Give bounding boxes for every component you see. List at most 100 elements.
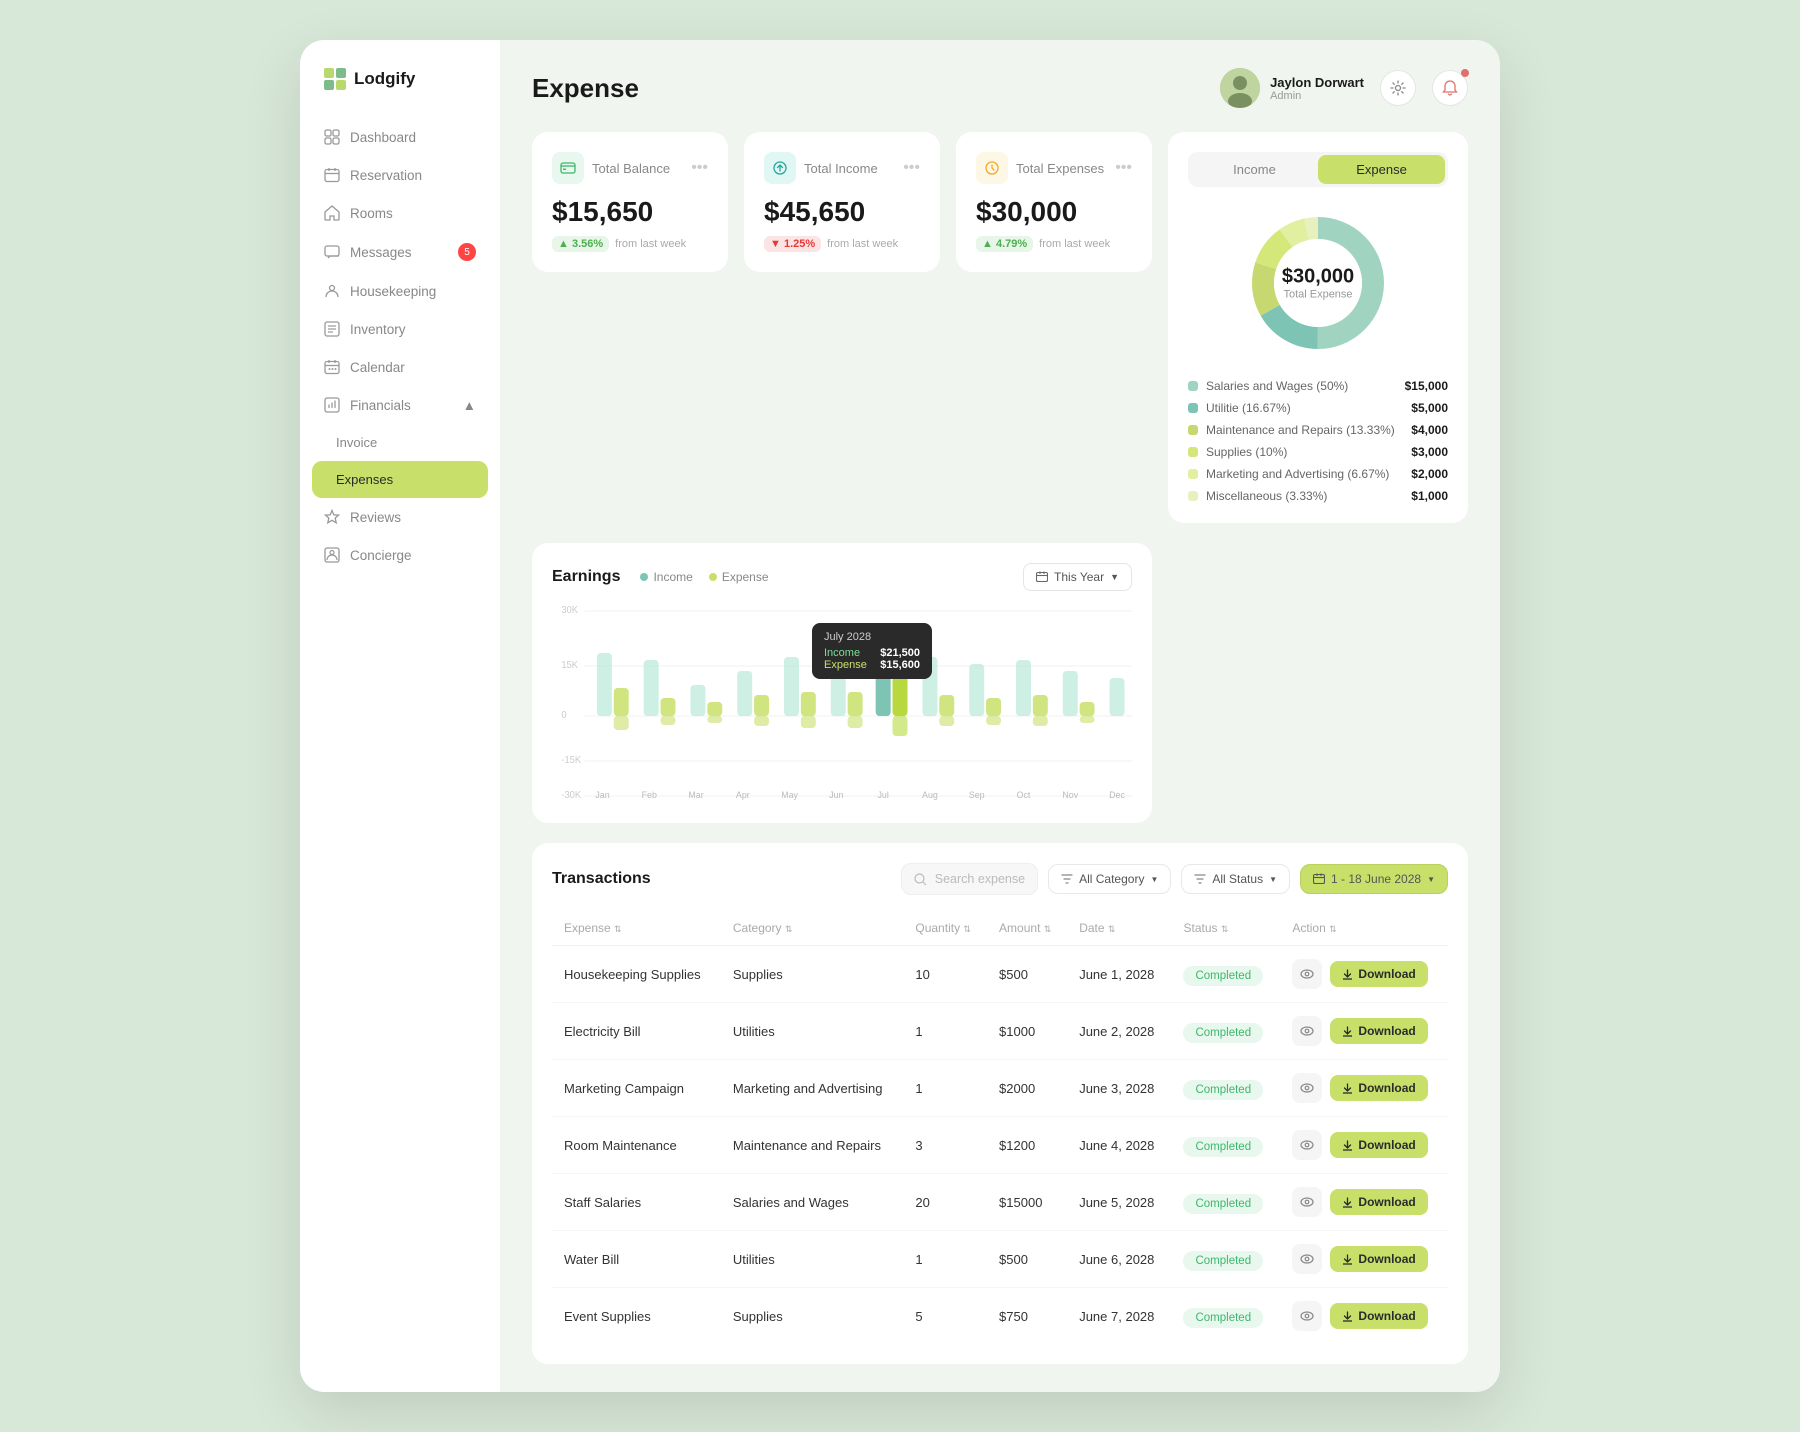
view-button-2[interactable] <box>1292 1073 1322 1103</box>
table-row: Water Bill Utilities 1 $500 June 6, 2028… <box>552 1231 1448 1288</box>
download-button-6[interactable]: Download <box>1330 1303 1427 1329</box>
cell-quantity-3: 3 <box>903 1117 987 1174</box>
year-filter-button[interactable]: This Year ▼ <box>1023 563 1132 591</box>
legend-item-salaries: Salaries and Wages (50%) $15,000 <box>1188 379 1448 393</box>
user-details: Jaylon Dorwart Admin <box>1270 75 1364 102</box>
nav-label-housekeeping: Housekeeping <box>350 284 436 299</box>
action-btns-4: Download <box>1292 1187 1436 1217</box>
download-icon <box>1342 1254 1353 1265</box>
income-change-label: from last week <box>827 238 898 250</box>
balance-icon <box>552 152 584 184</box>
eye-icon <box>1300 967 1314 981</box>
page-header: Expense Jaylon Dorwart Admin <box>532 68 1468 108</box>
view-button-3[interactable] <box>1292 1130 1322 1160</box>
nav-label-calendar: Calendar <box>350 360 405 375</box>
header-right: Jaylon Dorwart Admin <box>1220 68 1468 108</box>
cell-date-6: June 7, 2028 <box>1067 1288 1171 1345</box>
search-box[interactable]: Search expense <box>901 863 1038 895</box>
sidebar-item-inventory[interactable]: Inventory <box>300 310 500 348</box>
nav-label-financials: Financials <box>350 398 411 413</box>
notifications-button[interactable] <box>1432 70 1468 106</box>
expenses-card-menu[interactable]: ••• <box>1115 159 1132 177</box>
expenses-change-label: from last week <box>1039 238 1110 250</box>
cell-action-6: Download <box>1280 1288 1448 1345</box>
category-filter-label: All Category <box>1079 872 1144 886</box>
sidebar-item-expenses[interactable]: Expenses <box>312 461 488 498</box>
search-placeholder: Search expense <box>935 872 1025 886</box>
table-row: Staff Salaries Salaries and Wages 20 $15… <box>552 1174 1448 1231</box>
category-filter-button[interactable]: All Category ▼ <box>1048 864 1171 894</box>
sidebar-item-reviews[interactable]: Reviews <box>300 498 500 536</box>
download-button-0[interactable]: Download <box>1330 961 1427 987</box>
income-card-menu[interactable]: ••• <box>903 159 920 177</box>
sidebar-item-dashboard[interactable]: Dashboard <box>300 118 500 156</box>
expenses-change: ▲ 4.79% from last week <box>976 236 1132 252</box>
sidebar-item-financials[interactable]: Financials ▲ <box>300 386 500 424</box>
col-expense: Expense ⇅ <box>552 911 721 946</box>
download-icon <box>1342 1197 1353 1208</box>
tab-income[interactable]: Income <box>1191 155 1318 184</box>
download-button-5[interactable]: Download <box>1330 1246 1427 1272</box>
download-button-1[interactable]: Download <box>1330 1018 1427 1044</box>
reviews-icon <box>324 509 340 525</box>
col-category: Category ⇅ <box>721 911 904 946</box>
svg-text:Apr: Apr <box>736 790 750 800</box>
download-button-4[interactable]: Download <box>1330 1189 1427 1215</box>
eye-icon <box>1300 1081 1314 1095</box>
view-button-1[interactable] <box>1292 1016 1322 1046</box>
main-content: Expense Jaylon Dorwart Admin <box>500 40 1500 1392</box>
cell-amount-2: $2000 <box>987 1060 1067 1117</box>
cell-date-1: June 2, 2028 <box>1067 1003 1171 1060</box>
action-btns-2: Download <box>1292 1073 1436 1103</box>
sidebar: Lodgify Dashboard <box>300 40 500 1392</box>
settings-button[interactable] <box>1380 70 1416 106</box>
sidebar-item-housekeeping[interactable]: Housekeeping <box>300 272 500 310</box>
transactions-title: Transactions <box>552 870 651 888</box>
download-button-2[interactable]: Download <box>1330 1075 1427 1101</box>
housekeeping-icon <box>324 283 340 299</box>
balance-card-title: Total Balance <box>592 161 670 176</box>
income-card-title: Total Income <box>804 161 878 176</box>
cell-action-5: Download <box>1280 1231 1448 1288</box>
cell-quantity-5: 1 <box>903 1231 987 1288</box>
action-btns-1: Download <box>1292 1016 1436 1046</box>
svg-text:May: May <box>781 790 798 800</box>
action-btns-0: Download <box>1292 959 1436 989</box>
logo-icon <box>324 68 346 90</box>
cell-category-0: Supplies <box>721 946 904 1003</box>
date-range-button[interactable]: 1 - 18 June 2028 ▼ <box>1300 864 1448 894</box>
legend-item-maintenance: Maintenance and Repairs (13.33%) $4,000 <box>1188 423 1448 437</box>
nav-label-rooms: Rooms <box>350 206 393 221</box>
svg-text:-30K: -30K <box>561 790 581 801</box>
view-button-4[interactable] <box>1292 1187 1322 1217</box>
cell-quantity-6: 5 <box>903 1288 987 1345</box>
cell-status-6: Completed <box>1171 1288 1280 1345</box>
income-change-badge: ▼ 1.25% <box>764 236 821 252</box>
income-icon <box>764 152 796 184</box>
filter-icon <box>1061 873 1073 885</box>
balance-card-menu[interactable]: ••• <box>691 159 708 177</box>
sidebar-item-rooms[interactable]: Rooms <box>300 194 500 232</box>
status-filter-icon <box>1194 873 1206 885</box>
category-chevron-icon: ▼ <box>1150 875 1158 884</box>
legend-item-misc: Miscellaneous (3.33%) $1,000 <box>1188 489 1448 503</box>
table-row: Event Supplies Supplies 5 $750 June 7, 2… <box>552 1288 1448 1345</box>
cell-expense-0: Housekeeping Supplies <box>552 946 721 1003</box>
earnings-header: Earnings Income Expense <box>552 563 1132 591</box>
grid-icon <box>324 129 340 145</box>
expenses-change-badge: ▲ 4.79% <box>976 236 1033 252</box>
sidebar-item-invoice[interactable]: Invoice <box>300 424 500 461</box>
status-filter-button[interactable]: All Status ▼ <box>1181 864 1290 894</box>
view-button-5[interactable] <box>1292 1244 1322 1274</box>
donut-amount: $30,000 <box>1282 266 1354 289</box>
sidebar-item-reservation[interactable]: Reservation <box>300 156 500 194</box>
svg-text:0: 0 <box>561 710 566 721</box>
tab-expense[interactable]: Expense <box>1318 155 1445 184</box>
view-button-6[interactable] <box>1292 1301 1322 1331</box>
sidebar-item-concierge[interactable]: Concierge <box>300 536 500 574</box>
cell-quantity-2: 1 <box>903 1060 987 1117</box>
download-button-3[interactable]: Download <box>1330 1132 1427 1158</box>
view-button-0[interactable] <box>1292 959 1322 989</box>
sidebar-item-calendar[interactable]: Calendar <box>300 348 500 386</box>
sidebar-item-messages[interactable]: Messages 5 <box>300 232 500 272</box>
